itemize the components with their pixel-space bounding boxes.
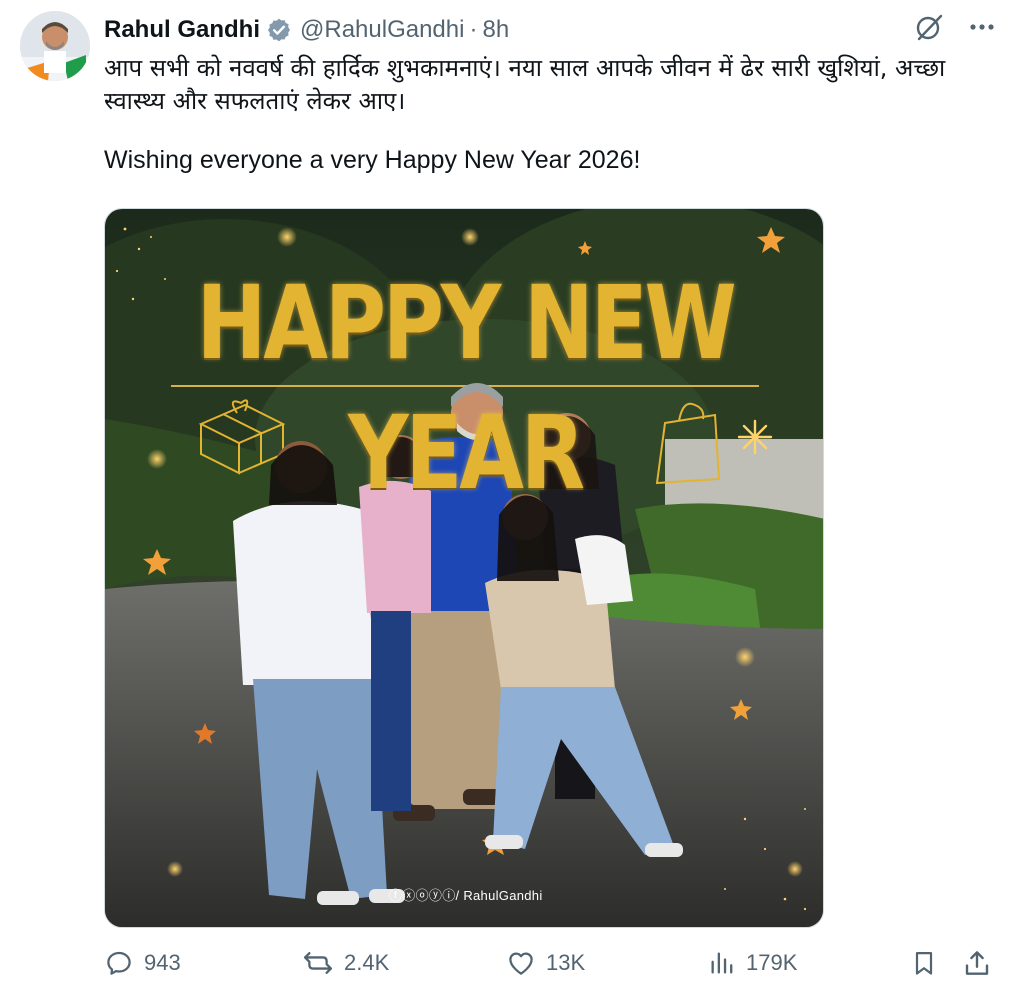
like-button[interactable]: 13K (506, 948, 585, 978)
views-icon (708, 948, 736, 978)
views-button[interactable]: 179K (708, 948, 797, 978)
share-button[interactable] (962, 948, 992, 978)
tweet-text: आप सभी को नववर्ष की हार्दिक शुभकामनाएं। … (104, 52, 984, 177)
header-actions (914, 12, 996, 47)
reply-icon (104, 948, 134, 978)
separator-dot: · (469, 16, 478, 43)
like-icon (506, 948, 536, 978)
handle[interactable]: @RahulGandhi (300, 16, 464, 44)
banner-text: HAPPY NEW YEAR (196, 264, 737, 513)
avatar[interactable] (20, 11, 90, 81)
reply-button[interactable]: 943 (104, 948, 181, 978)
reply-count: 943 (144, 950, 181, 975)
views-count: 179K (746, 950, 798, 975)
tweet-english-line: Wishing everyone a very Happy New Year 2… (104, 146, 641, 174)
bookmark-icon (910, 948, 938, 978)
like-count: 13K (546, 950, 586, 975)
tweet-hindi-line-2: स्वास्थ्य और सफलताएं लेकर आए। (104, 87, 406, 115)
watermark: ⓕⓧⓞⓨⓘ/ RahulGandhi (389, 888, 543, 903)
repost-icon (302, 948, 334, 978)
tweet-image[interactable]: HAPPY NEW YEAR ⓕⓧⓞⓨⓘ/ RahulGandhi (104, 208, 824, 928)
repost-button[interactable]: 2.4K (302, 948, 389, 978)
grok-icon[interactable] (914, 12, 944, 47)
timestamp[interactable]: 8h (482, 16, 509, 44)
action-bar: 943 2.4K 13K 179K (104, 948, 994, 988)
tweet-card: Rahul Gandhi @RahulGandhi · 8h आप सभी को… (0, 0, 1024, 998)
verified-badge-icon[interactable] (266, 17, 292, 43)
display-name[interactable]: Rahul Gandhi (104, 16, 260, 44)
tweet-hindi-line-1: आप सभी को नववर्ष की हार्दिक शुभकामनाएं। … (104, 54, 946, 82)
more-icon[interactable] (968, 13, 996, 46)
repost-count: 2.4K (344, 950, 390, 975)
bookmark-button[interactable] (910, 948, 938, 978)
share-icon (962, 948, 992, 978)
tweet-header: Rahul Gandhi @RahulGandhi · 8h (104, 14, 509, 46)
